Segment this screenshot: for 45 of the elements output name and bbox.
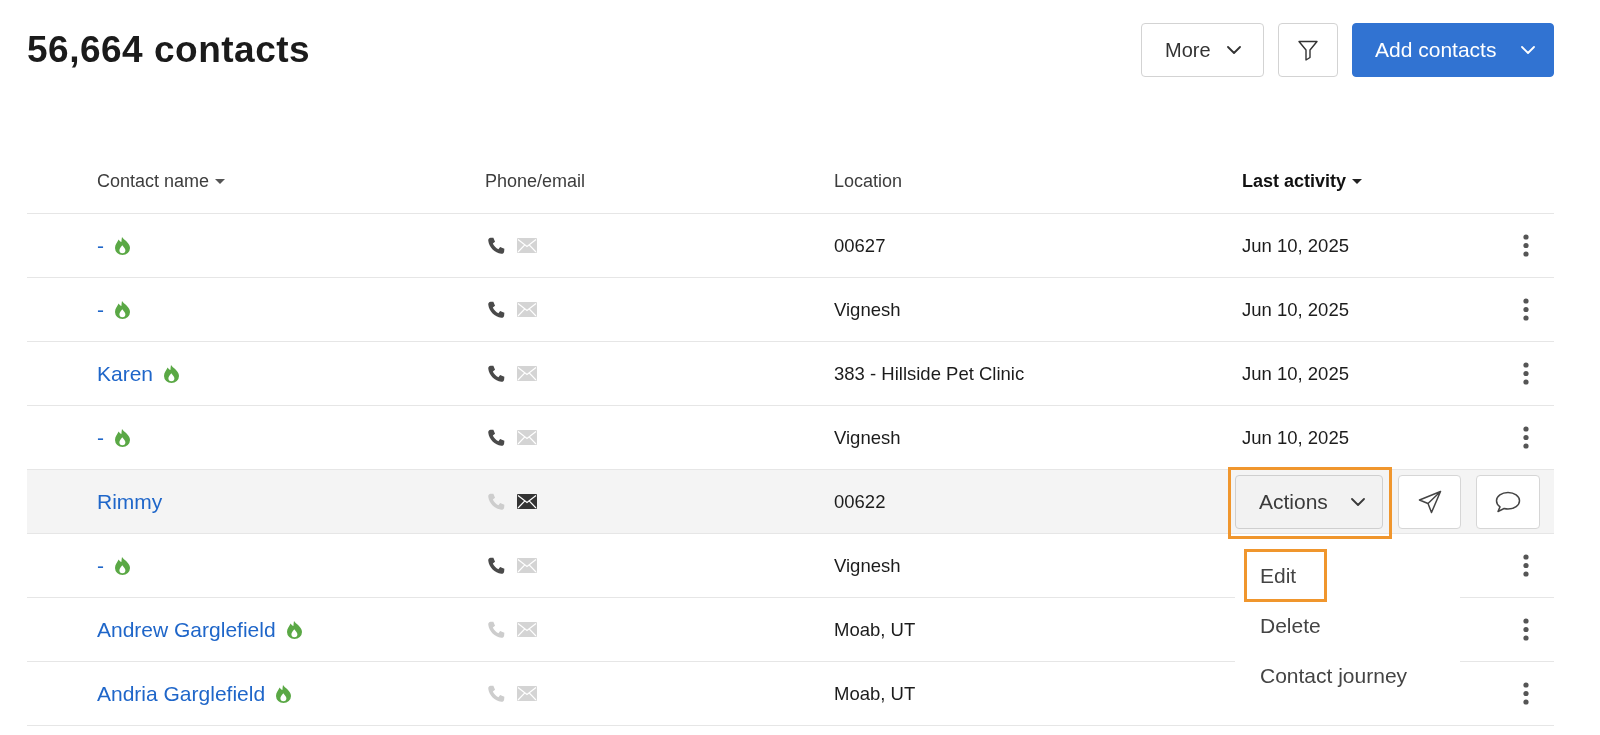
location-text: Vignesh (834, 554, 901, 577)
add-contacts-button[interactable]: Add contacts (1352, 23, 1554, 77)
contact-name-link[interactable]: - (97, 297, 104, 322)
comment-button[interactable] (1476, 474, 1540, 529)
speech-bubble-icon (1495, 490, 1521, 513)
contact-name-link[interactable]: Andrew Garglefield (97, 617, 276, 642)
location-text: 383 - Hillside Pet Clinic (834, 362, 1025, 385)
contact-name-link[interactable]: - (97, 425, 104, 450)
filter-icon (1298, 39, 1318, 61)
column-header[interactable]: Last activity (1242, 171, 1363, 192)
page-title: 56,664 contacts (27, 29, 311, 71)
column-header: Location (834, 171, 903, 192)
paper-plane-icon (1417, 489, 1442, 514)
send-button[interactable] (1398, 474, 1461, 529)
chevron-down-icon (1227, 46, 1241, 54)
last-activity-text: Jun 10, 2025 (1242, 234, 1349, 257)
location-text: 00627 (834, 234, 886, 257)
contact-name-link[interactable]: - (97, 553, 104, 578)
kebab-menu-icon[interactable] (1523, 362, 1529, 385)
column-header[interactable]: Contact name (97, 171, 226, 192)
last-activity-text: Jun 10, 2025 (1242, 426, 1349, 449)
chevron-down-icon (1351, 497, 1365, 506)
kebab-menu-icon[interactable] (1523, 426, 1529, 449)
more-dropdown-button[interactable]: More (1141, 23, 1264, 77)
actions-button[interactable]: Actions (1235, 474, 1383, 529)
kebab-menu-icon[interactable] (1523, 554, 1529, 577)
contact-name-link[interactable]: Rimmy (97, 489, 163, 514)
contact-name-link[interactable]: Karen (97, 361, 154, 386)
location-text: Vignesh (834, 298, 901, 321)
column-header: Phone/email (485, 171, 586, 192)
kebab-menu-icon[interactable] (1523, 234, 1529, 257)
menu-item[interactable]: Edit (1244, 548, 1328, 602)
filter-button[interactable] (1278, 23, 1338, 77)
last-activity-text: Jun 10, 2025 (1242, 298, 1349, 321)
location-text: Moab, UT (834, 682, 916, 705)
location-text: Moab, UT (834, 618, 916, 641)
kebab-menu-icon[interactable] (1523, 682, 1529, 705)
location-text: Vignesh (834, 426, 901, 449)
location-text: 00622 (834, 490, 886, 513)
chevron-down-icon (1521, 46, 1535, 54)
contact-name-link[interactable]: - (97, 233, 104, 258)
last-activity-text: Jun 10, 2025 (1242, 362, 1349, 385)
kebab-menu-icon[interactable] (1523, 618, 1529, 641)
kebab-menu-icon[interactable] (1523, 298, 1529, 321)
contact-name-link[interactable]: Andria Garglefield (97, 681, 266, 706)
